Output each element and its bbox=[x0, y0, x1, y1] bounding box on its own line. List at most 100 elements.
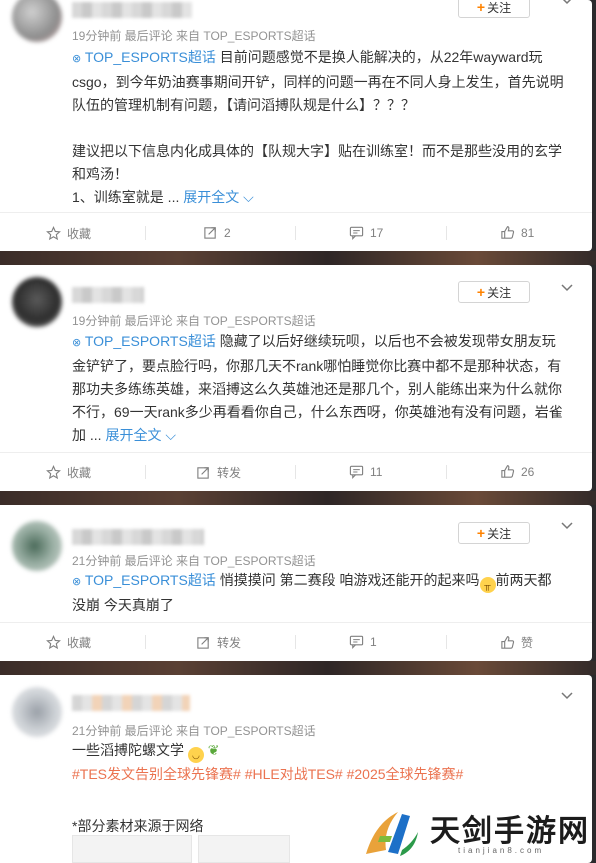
supertopic-link[interactable]: TOP_ESPORTS超话 bbox=[85, 572, 216, 588]
site-logo-icon bbox=[366, 812, 418, 856]
star-icon bbox=[46, 635, 61, 650]
supertopic-icon: ⊗ bbox=[72, 576, 82, 588]
text-line: 和鸡汤！ bbox=[72, 166, 128, 182]
background-strip bbox=[0, 251, 596, 265]
username-blurred[interactable] bbox=[72, 695, 190, 711]
supertopic-link[interactable]: TOP_ESPORTS超话 bbox=[85, 333, 216, 349]
supertopic-icon: ⊗ bbox=[72, 337, 82, 349]
like-button[interactable]: 81 bbox=[500, 225, 534, 240]
separator bbox=[295, 635, 296, 649]
plus-icon: + bbox=[476, 0, 486, 15]
text-line: 1、训练室就是 ... bbox=[72, 189, 180, 205]
text-line: 不行，69一天rank多少再看看你自己，什么东西呀，你英雄池有没有问题，岩雀 bbox=[72, 404, 563, 420]
separator bbox=[446, 635, 447, 649]
divider bbox=[0, 212, 592, 213]
text-line: 目前问题感觉不是换人能解决的，从22年wayward玩 bbox=[219, 49, 543, 65]
text-line: 隐藏了以后好继续玩呗，以后也不会被发现带女朋友玩 bbox=[219, 333, 556, 349]
follow-label: 关注 bbox=[487, 285, 512, 300]
background-strip bbox=[0, 661, 596, 675]
chevron-down-icon[interactable] bbox=[560, 689, 574, 703]
repost-icon bbox=[197, 467, 209, 479]
avatar[interactable] bbox=[12, 687, 62, 737]
text-line: 金铲铲了，要点脸行吗，你那几天不rank哪怕睡觉你比赛中都不是那种状态，有 bbox=[72, 358, 562, 374]
separator bbox=[446, 226, 447, 240]
expand-link[interactable]: 展开全文 ⌵ bbox=[183, 189, 254, 205]
text-line: csgo，到今年奶油赛事期间开铲，同样的问题一再在不同人身上发生，首先说明 bbox=[72, 74, 564, 90]
supertopic-link[interactable]: TOP_ESPORTS超话 bbox=[85, 49, 216, 65]
post-content: ⊗ TOP_ESPORTS超话 隐藏了以后好继续玩呗，以后也不会被发现带女朋友玩… bbox=[72, 330, 572, 447]
plus-icon: + bbox=[476, 284, 486, 300]
text-line: 加 ... bbox=[72, 427, 102, 443]
text-line bbox=[72, 117, 572, 140]
smiling-emoji-icon: ◡ bbox=[187, 747, 204, 763]
watermark-url: tianjian8.com bbox=[458, 846, 545, 855]
post-card: 19分钟前 最后评论 来自 TOP_ESPORTS超话 + 关注 ⊗ TOP_E… bbox=[0, 0, 592, 251]
avatar[interactable] bbox=[12, 521, 62, 571]
repost-button[interactable]: 2 bbox=[203, 225, 231, 240]
leaf-emoji-icon: ❦ bbox=[207, 742, 220, 758]
hashtag-links[interactable]: #TES发文告别全球先锋赛# #HLE对战TES# #2025全球先锋赛# bbox=[72, 763, 572, 786]
divider bbox=[0, 452, 592, 453]
post-meta: 21分钟前 最后评论 来自 TOP_ESPORTS超话 bbox=[72, 554, 316, 568]
avatar[interactable] bbox=[12, 277, 62, 327]
favorite-button[interactable]: 收藏 bbox=[46, 634, 91, 651]
divider bbox=[0, 622, 592, 623]
like-button[interactable]: 赞 bbox=[500, 634, 533, 651]
supertopic-icon: ⊗ bbox=[72, 53, 82, 65]
chevron-down-icon[interactable] bbox=[560, 0, 574, 8]
post-meta: 21分钟前 最后评论 来自 TOP_ESPORTS超话 bbox=[72, 724, 316, 738]
text-line: 队伍的管理机制有问题，【请问滔搏队规是什么】？？？ bbox=[72, 97, 415, 113]
chevron-down-icon[interactable] bbox=[560, 281, 574, 295]
image-thumbnail[interactable] bbox=[198, 835, 290, 863]
watermark-title: 天剑手游网 bbox=[430, 814, 590, 849]
post-card: 19分钟前 最后评论 来自 TOP_ESPORTS超话 + 关注 ⊗ TOP_E… bbox=[0, 265, 592, 491]
follow-button[interactable]: + 关注 bbox=[458, 0, 530, 18]
follow-label: 关注 bbox=[487, 526, 512, 541]
repost-icon bbox=[204, 227, 216, 239]
text-line: 没崩 今天真崩了 bbox=[72, 597, 174, 613]
comment-button[interactable]: 1 bbox=[349, 634, 377, 649]
avatar[interactable] bbox=[12, 0, 62, 42]
separator bbox=[446, 465, 447, 479]
text-line: 那功夫多练练英雄，来滔搏这么久英雄池还是那几个，别人能练出来为什么就你 bbox=[72, 381, 562, 397]
star-icon bbox=[46, 226, 61, 241]
text-line: 一些滔搏陀螺文学 bbox=[72, 742, 184, 758]
thumbs-up-icon bbox=[501, 226, 515, 239]
image-thumbnail[interactable] bbox=[72, 835, 192, 863]
username-blurred[interactable] bbox=[72, 287, 144, 303]
comment-button[interactable]: 17 bbox=[349, 225, 383, 240]
thumbs-up-icon bbox=[501, 465, 515, 478]
post-content: ⊗ TOP_ESPORTS超话 悄摸摸问 第二赛段 咱游戏还能开的起来吗 ╥ 前两天… bbox=[72, 569, 572, 617]
username-blurred[interactable] bbox=[72, 2, 192, 18]
comment-button[interactable]: 11 bbox=[349, 464, 382, 479]
expand-link[interactable]: 展开全文 ⌵ bbox=[105, 427, 176, 443]
separator bbox=[295, 465, 296, 479]
text-line: 悄摸摸问 第二赛段 咱游戏还能开的起来吗 bbox=[219, 572, 480, 588]
background-strip bbox=[0, 491, 596, 505]
crying-emoji-icon: ╥ bbox=[479, 577, 496, 593]
comment-icon bbox=[349, 226, 364, 240]
separator bbox=[145, 226, 146, 240]
follow-button[interactable]: + 关注 bbox=[458, 522, 530, 544]
separator bbox=[145, 635, 146, 649]
plus-icon: + bbox=[476, 525, 486, 541]
repost-button[interactable]: 转发 bbox=[196, 634, 241, 651]
star-icon bbox=[46, 465, 61, 480]
site-watermark: 天剑手游网 tianjian8.com bbox=[352, 800, 592, 863]
follow-button[interactable]: + 关注 bbox=[458, 281, 530, 303]
favorite-button[interactable]: 收藏 bbox=[46, 225, 91, 242]
comment-icon bbox=[349, 465, 364, 479]
like-button[interactable]: 26 bbox=[500, 464, 534, 479]
text-line: 建议把以下信息内化成具体的【队规大字】贴在训练室！而不是那些没用的玄学 bbox=[72, 143, 562, 159]
username-blurred[interactable] bbox=[72, 529, 204, 545]
post-meta: 19分钟前 最后评论 来自 TOP_ESPORTS超话 bbox=[72, 314, 316, 328]
comment-icon bbox=[349, 635, 364, 649]
thumbs-up-icon bbox=[501, 636, 515, 649]
text-line: 前两天都 bbox=[495, 572, 552, 588]
separator bbox=[145, 465, 146, 479]
post-meta: 19分钟前 最后评论 来自 TOP_ESPORTS超话 bbox=[72, 29, 316, 43]
repost-button[interactable]: 转发 bbox=[196, 464, 241, 481]
favorite-button[interactable]: 收藏 bbox=[46, 464, 91, 481]
chevron-down-icon[interactable] bbox=[560, 519, 574, 533]
follow-label: 关注 bbox=[487, 0, 512, 15]
